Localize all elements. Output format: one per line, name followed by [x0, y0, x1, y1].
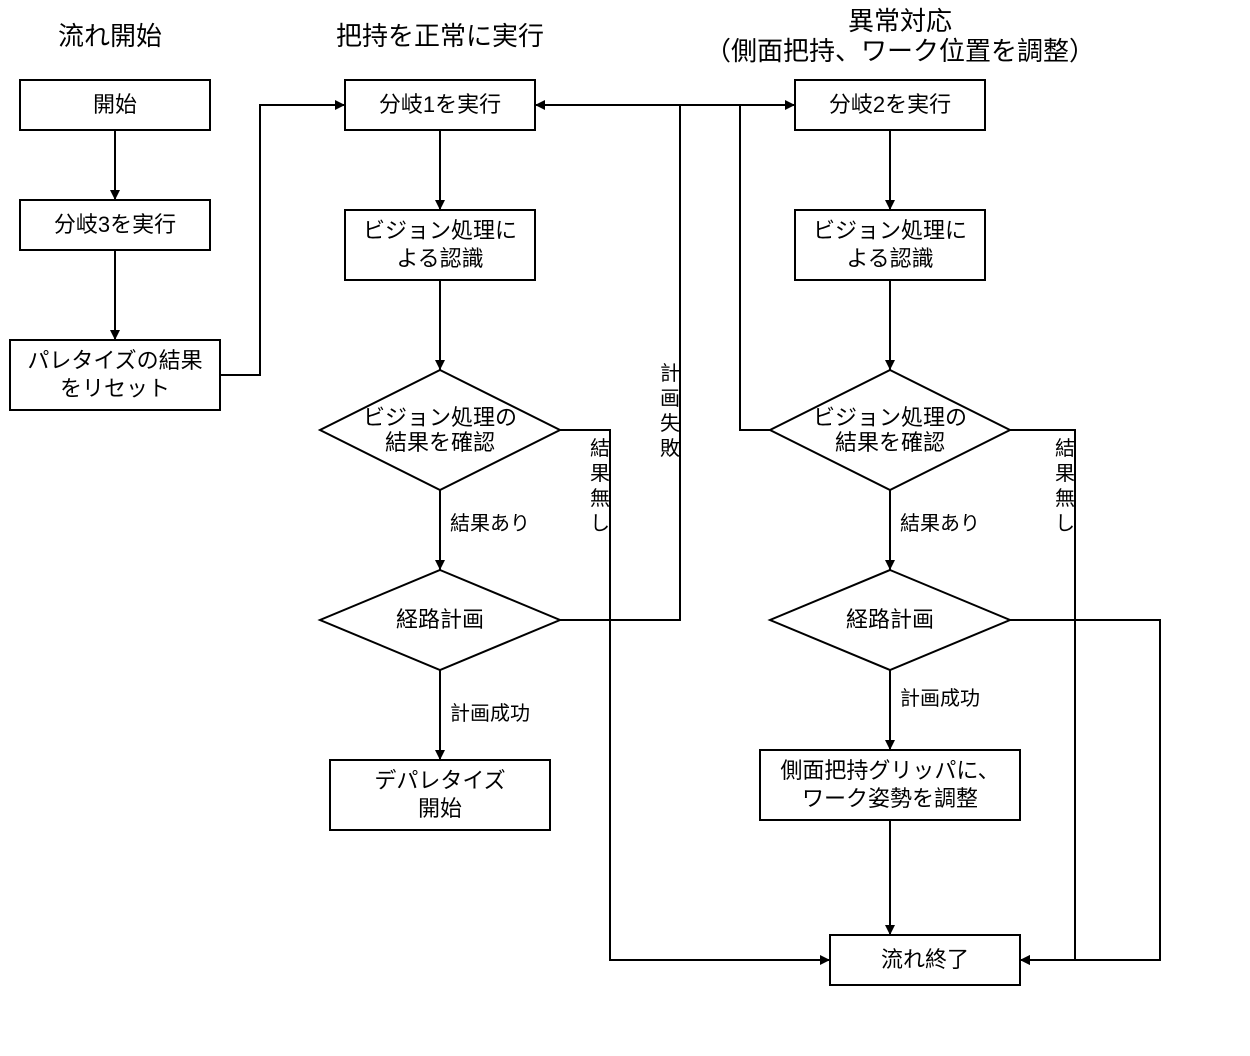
node-plan1-label: 経路計画 [396, 607, 484, 632]
edge-check2-no-l3: 無 [1055, 487, 1075, 510]
node-reset-label1: パレタイズの結果 [27, 348, 202, 373]
node-vision2-l2: よる認識 [846, 246, 933, 271]
node-end-label: 流れ終了 [881, 947, 969, 972]
header-mid: 把持を正常に実行 [336, 21, 544, 51]
edge-plan1-fail-l4: 敗 [660, 437, 680, 460]
node-vision1-l1: ビジョン処理に [363, 218, 517, 243]
node-branch2-label: 分岐2を実行 [829, 92, 951, 117]
edge-plan1-fail-l3: 失 [660, 412, 680, 435]
edge-plan2-right-end [1010, 620, 1160, 960]
edge-plan2-ok-label: 計画成功 [900, 687, 980, 710]
edge-check2-no-l2: 果 [1055, 463, 1075, 485]
edge-plan1-fail-l2: 画 [660, 388, 680, 410]
edge-check2-left-branch1 [535, 105, 770, 430]
node-adjust-l2: ワーク姿勢を調整 [802, 786, 978, 811]
node-check2-l1: ビジョン処理の [813, 405, 967, 430]
node-vision2-l1: ビジョン処理に [813, 218, 967, 243]
edge-check2-no-l1: 結 [1055, 437, 1075, 460]
edge-reset-branch1 [220, 105, 345, 375]
node-branch1-label: 分岐1を実行 [379, 92, 501, 117]
node-adjust-l1: 側面把持グリッパに、 [780, 758, 999, 783]
node-depal-l1: デパレタイズ [374, 768, 505, 793]
node-reset-label2: をリセット [60, 376, 170, 401]
edge-check2-no-l4: し [1055, 513, 1075, 535]
header-right-1: 異常対応 [848, 6, 952, 36]
edge-check2-yes-label: 結果あり [900, 512, 980, 535]
edge-check1-no-l3: 無 [590, 487, 610, 510]
node-check1-l1: ビジョン処理の [363, 405, 517, 430]
header-right-2: （側面把持、ワーク位置を調整） [705, 36, 1095, 66]
edge-check1-no-l4: し [590, 513, 610, 535]
node-check2-l2: 結果を確認 [835, 430, 945, 455]
edge-plan1-fail-l1: 計 [660, 362, 680, 385]
node-check1-l2: 結果を確認 [385, 430, 495, 455]
node-depal-l2: 開始 [418, 796, 462, 821]
edge-check1-no-l1: 結 [590, 437, 610, 460]
edge-check1-no-l2: 果 [590, 463, 610, 485]
edge-plan1-ok-label: 計画成功 [450, 702, 530, 725]
header-left: 流れ開始 [58, 21, 162, 51]
node-vision1-l2: よる認識 [396, 246, 483, 271]
node-start-label: 開始 [93, 92, 137, 117]
flowchart: 流れ開始 把持を正常に実行 異常対応 （側面把持、ワーク位置を調整） 開始 分岐… [0, 0, 1250, 1056]
edge-check1-yes-label: 結果あり [450, 512, 530, 535]
node-branch3-label: 分岐3を実行 [54, 212, 176, 237]
node-plan2-label: 経路計画 [846, 607, 934, 632]
